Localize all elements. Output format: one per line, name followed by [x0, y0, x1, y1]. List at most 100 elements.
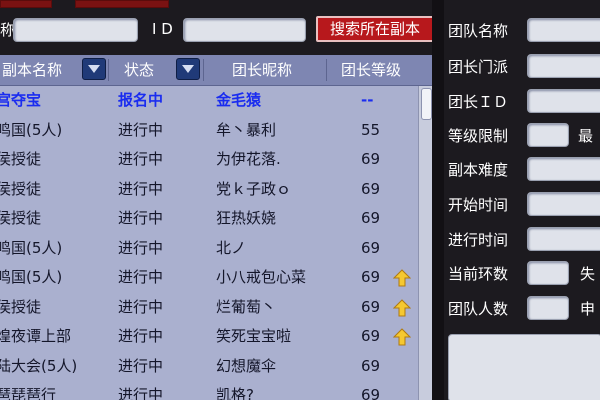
cell-leader-nickname: 狂热妖娆	[216, 209, 277, 227]
cell-leader-level: --	[361, 91, 374, 109]
cell-leader-level: 55	[361, 120, 381, 139]
chevron-down-icon	[88, 65, 100, 73]
cell-leader-level: 69	[361, 327, 381, 345]
header-leader-nickname: 团长昵称	[232, 61, 293, 79]
dungeon-name-filter-dropdown[interactable]	[82, 58, 106, 80]
dungeon-team-window: 称 I D 搜索所在副本 副本名称 状态 团长昵称 团长等级 宫夺宝 报名中 金毛猿…	[0, 0, 600, 400]
top-tab-left[interactable]	[0, 0, 52, 8]
dungeon-difficulty-field[interactable]	[527, 157, 600, 181]
cell-leader-level: 69	[361, 179, 381, 198]
table-row[interactable]: 侯授徒 进行中 党ｋ子政ｏ 69	[0, 175, 418, 205]
cell-leader-level: 69	[361, 238, 381, 257]
header-separator	[326, 59, 327, 81]
team-size-field[interactable]	[527, 296, 569, 320]
header-separator	[203, 59, 204, 81]
table-row[interactable]: 侯授徒 进行中 狂热妖娆 69	[0, 204, 418, 234]
cell-status: 进行中	[118, 120, 164, 139]
table-row[interactable]: 陆大会(5人) 进行中 幻想魔伞 69	[0, 352, 418, 382]
cell-status: 进行中	[118, 297, 164, 316]
start-time-label: 开始时间	[448, 196, 509, 214]
cell-dungeon-name: 侯授徒	[0, 179, 42, 198]
table-header: 副本名称 状态 团长昵称 团长等级	[0, 55, 432, 86]
cell-status: 进行中	[118, 150, 164, 168]
table-row[interactable]: 鸣国(5人) 进行中 北ノ 69	[0, 234, 418, 264]
cell-status: 进行中	[118, 327, 164, 345]
id-search-input[interactable]	[183, 18, 306, 42]
current-round-label: 当前环数	[448, 265, 509, 283]
chevron-down-icon	[182, 65, 194, 73]
up-arrow-icon	[393, 269, 411, 287]
level-limit-min-field[interactable]	[527, 123, 569, 147]
cell-dungeon-name: 鸣国(5人)	[0, 238, 63, 257]
leader-id-field[interactable]	[527, 89, 600, 113]
top-tab-right[interactable]	[75, 0, 169, 8]
team-name-field[interactable]	[527, 18, 600, 42]
elapsed-time-label: 进行时间	[448, 231, 509, 249]
apply-count-label: 申	[580, 300, 596, 318]
header-dungeon-name: 副本名称	[2, 61, 63, 79]
cell-status: 进行中	[118, 268, 164, 286]
table-row[interactable]: 鸣国(5人) 进行中 小八戒包心菜 69	[0, 263, 418, 293]
cell-dungeon-name: 鸣国(5人)	[0, 120, 63, 139]
cell-status: 进行中	[118, 179, 164, 198]
team-description-box[interactable]	[448, 334, 600, 400]
table-row[interactable]: 宫夺宝 报名中 金毛猿 --	[0, 86, 418, 116]
table-row[interactable]: 鸣国(5人) 进行中 牟丶暴利 55	[0, 116, 418, 146]
cell-leader-nickname: 笑死宝宝啦	[216, 327, 292, 345]
cell-leader-level: 69	[361, 209, 381, 227]
cell-status: 进行中	[118, 386, 164, 400]
start-time-field[interactable]	[527, 192, 600, 216]
id-search-label: I D	[152, 20, 173, 38]
level-max-label: 最	[578, 127, 594, 145]
cell-dungeon-name: 鸣国(5人)	[0, 268, 63, 286]
up-arrow-icon	[393, 328, 411, 346]
status-filter-dropdown[interactable]	[176, 58, 200, 80]
cell-dungeon-name: 煌夜谭上部	[0, 327, 72, 345]
scrollbar-thumb[interactable]	[421, 88, 432, 120]
cell-leader-nickname: 金毛猿	[216, 91, 262, 109]
panel-divider	[432, 0, 444, 400]
dungeon-team-table: 副本名称 状态 团长昵称 团长等级 宫夺宝 报名中 金毛猿 -- 鸣国(5人) 进行中 牟丶…	[0, 55, 433, 400]
current-round-field[interactable]	[527, 261, 569, 285]
leader-sect-label: 团长门派	[448, 58, 509, 76]
header-status: 状态	[124, 61, 155, 79]
elapsed-time-field[interactable]	[527, 227, 600, 251]
cell-dungeon-name: 宫夺宝	[0, 91, 42, 109]
fail-count-label: 失	[580, 265, 596, 283]
leader-id-label: 团长ＩＤ	[448, 93, 509, 111]
name-search-input[interactable]	[13, 18, 138, 42]
cell-leader-nickname: 党ｋ子政ｏ	[216, 179, 292, 198]
search-dungeon-button[interactable]: 搜索所在副本	[316, 16, 434, 42]
cell-leader-nickname: 小八戒包心菜	[216, 268, 307, 286]
header-separator	[108, 59, 109, 81]
cell-leader-nickname: 北ノ	[216, 238, 247, 257]
leader-sect-field[interactable]	[527, 54, 600, 78]
cell-leader-nickname: 幻想魔伞	[216, 356, 277, 375]
cell-leader-level: 69	[361, 150, 381, 168]
cell-status: 进行中	[118, 238, 164, 257]
table-row[interactable]: 侯授徒 进行中 为伊花落. 69	[0, 145, 418, 175]
header-leader-level: 团长等级	[341, 61, 402, 79]
table-row[interactable]: 煌夜谭上部 进行中 笑死宝宝啦 69	[0, 322, 418, 352]
cell-leader-nickname: 烂葡萄丶	[216, 297, 277, 316]
table-row[interactable]: 侯授徒 进行中 烂葡萄丶 69	[0, 293, 418, 323]
dungeon-difficulty-label: 副本难度	[448, 161, 509, 179]
cell-leader-nickname: 为伊花落.	[216, 150, 281, 168]
cell-leader-level: 69	[361, 268, 381, 286]
cell-leader-level: 69	[361, 386, 381, 400]
team-size-label: 团队人数	[448, 300, 509, 318]
cell-dungeon-name: 侯授徒	[0, 209, 42, 227]
cell-dungeon-name: 陆大会(5人)	[0, 356, 78, 375]
cell-leader-nickname: 牟丶暴利	[216, 120, 277, 139]
level-limit-label: 等级限制	[448, 127, 509, 145]
cell-dungeon-name: 琶琵琶行	[0, 386, 57, 400]
cell-dungeon-name: 侯授徒	[0, 297, 42, 316]
table-row[interactable]: 琶琵琶行 进行中 凯格? 69	[0, 381, 418, 400]
table-scrollbar[interactable]	[418, 86, 433, 400]
cell-status: 进行中	[118, 356, 164, 375]
cell-leader-level: 69	[361, 297, 381, 316]
cell-status: 进行中	[118, 209, 164, 227]
cell-leader-nickname: 凯格?	[216, 386, 254, 400]
team-name-label: 团队名称	[448, 22, 509, 40]
cell-status: 报名中	[118, 91, 164, 109]
